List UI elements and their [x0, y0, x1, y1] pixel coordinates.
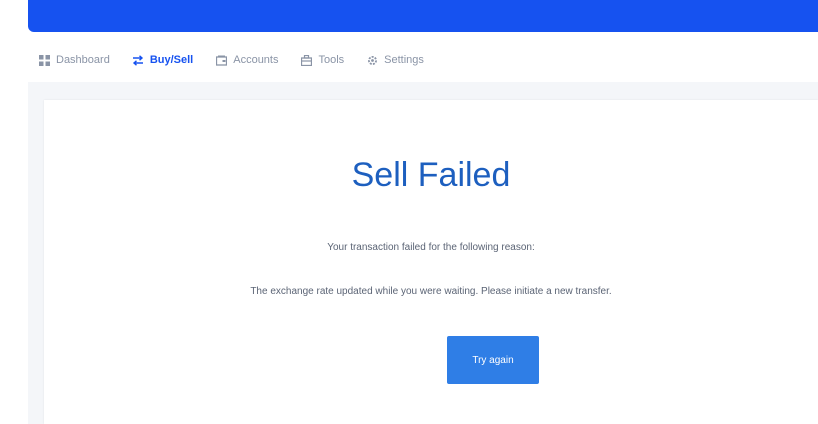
nav-item-label: Settings — [384, 54, 424, 66]
failure-intro-text: Your transaction failed for the followin… — [327, 242, 535, 253]
top-header-bar — [28, 0, 818, 32]
nav-item-label: Dashboard — [56, 54, 110, 66]
toolbox-icon — [300, 54, 312, 66]
failure-reason-text: The exchange rate updated while you were… — [250, 286, 612, 297]
nav-item-tools[interactable]: Tools — [300, 44, 344, 74]
nav-item-accounts[interactable]: Accounts — [215, 44, 278, 74]
main-navigation: Dashboard Buy/Sell Accounts Tools Settin… — [38, 44, 446, 84]
nav-item-label: Buy/Sell — [149, 54, 194, 66]
app-window: Dashboard Buy/Sell Accounts Tools Settin… — [0, 0, 818, 424]
nav-item-buy-sell[interactable]: Buy/Sell — [131, 44, 194, 84]
wallet-icon — [215, 54, 227, 66]
try-again-button[interactable]: Try again — [447, 336, 539, 384]
grid-icon — [38, 54, 50, 66]
page-title: Sell Failed — [351, 156, 511, 194]
nav-item-label: Tools — [318, 54, 345, 66]
swap-arrows-icon — [132, 54, 144, 66]
nav-item-settings[interactable]: Settings — [366, 44, 424, 74]
result-card: Sell Failed Your transaction failed for … — [44, 100, 818, 424]
nav-item-dashboard[interactable]: Dashboard — [38, 44, 110, 74]
nav-item-label: Accounts — [233, 54, 279, 66]
gear-icon — [366, 54, 378, 66]
